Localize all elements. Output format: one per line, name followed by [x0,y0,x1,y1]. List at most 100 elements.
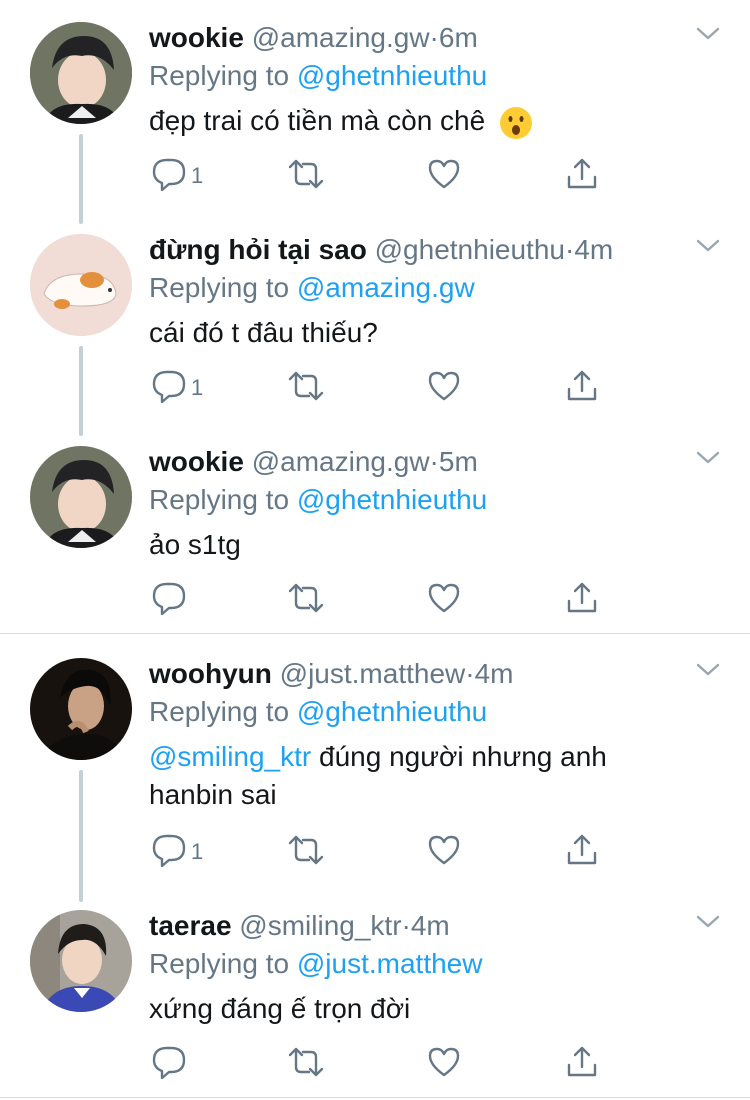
heart-icon [427,834,461,871]
tweet-header: woohyun @just.matthew·4m [149,658,514,690]
user-handle[interactable]: @amazing.gw [252,446,430,477]
tweet[interactable]: wookie @amazing.gw·5m Replying to @ghetn… [0,424,750,634]
thread-separator [0,633,750,634]
retweet-button[interactable] [287,834,325,870]
display-name[interactable]: wookie [149,446,244,477]
tweet[interactable]: đừng hỏi tại sao @ghetnhieuthu·4m Replyi… [0,212,750,424]
like-button[interactable] [427,370,461,406]
avatar[interactable] [30,234,132,336]
mention-link[interactable]: @smiling_ktr [149,741,311,772]
reply-count: 1 [191,839,204,864]
share-icon [565,369,599,408]
retweet-button[interactable] [287,158,325,194]
reply-button[interactable]: 1 [151,158,203,194]
hushed-face-emoji [499,106,533,140]
timestamp[interactable]: 5m [439,446,478,477]
like-button[interactable] [427,834,461,870]
display-name[interactable]: woohyun [149,658,272,689]
display-name[interactable]: wookie [149,22,244,53]
user-handle[interactable]: @smiling_ktr [239,910,401,941]
avatar[interactable] [30,446,132,548]
replying-to: Replying to @ghetnhieuthu [149,484,487,516]
avatar[interactable] [30,22,132,124]
chevron-down-icon[interactable] [695,448,721,468]
tweet-text-content: đẹp trai có tiền mà còn chê [149,105,486,136]
reply-icon [151,1045,187,1084]
timestamp[interactable]: 6m [439,22,478,53]
tweet-text: cái đó t đâu thiếu? [149,314,709,352]
reply-button[interactable]: 1 [151,834,203,870]
dot-separator: · [401,910,411,941]
share-button[interactable] [565,370,599,406]
reply-icon [151,833,187,872]
heart-icon [427,582,461,619]
tweet[interactable]: wookie @amazing.gw·6m Replying to @ghetn… [0,0,750,212]
retweet-button[interactable] [287,370,325,406]
tweet-actions [149,582,609,618]
tweet[interactable]: woohyun @just.matthew·4m Replying to @gh… [0,636,750,888]
user-handle[interactable]: @just.matthew [280,658,466,689]
dot-separator: · [429,22,439,53]
dot-separator: · [429,446,439,477]
like-button[interactable] [427,582,461,618]
tweet-header: đừng hỏi tại sao @ghetnhieuthu·4m [149,234,613,266]
replying-to-link[interactable]: @just.matthew [297,948,483,979]
user-handle[interactable]: @ghetnhieuthu [375,234,565,265]
timestamp[interactable]: 4m [475,658,514,689]
heart-icon [427,370,461,407]
retweet-icon [287,1045,325,1084]
tweet-actions: 1 [149,370,609,406]
retweet-icon [287,833,325,872]
tweet-text: @smiling_ktr đúng người nhưng anh hanbin… [149,738,669,814]
timestamp[interactable]: 4m [574,234,613,265]
display-name[interactable]: taerae [149,910,232,941]
tweet-header: taerae @smiling_ktr·4m [149,910,450,942]
heart-icon [427,1046,461,1083]
share-icon [565,157,599,196]
chevron-down-icon[interactable] [695,660,721,680]
replying-to: Replying to @ghetnhieuthu [149,60,487,92]
timestamp[interactable]: 4m [411,910,450,941]
tweet[interactable]: taerae @smiling_ktr·4m Replying to @just… [0,888,750,1098]
chevron-down-icon[interactable] [695,236,721,256]
replying-to-link[interactable]: @ghetnhieuthu [297,60,487,91]
display-name[interactable]: đừng hỏi tại sao [149,234,367,265]
replying-to-link[interactable]: @ghetnhieuthu [297,696,487,727]
retweet-button[interactable] [287,582,325,618]
reply-button[interactable] [151,582,191,618]
like-button[interactable] [427,158,461,194]
tweet-text: đẹp trai có tiền mà còn chê [149,102,709,140]
reply-button[interactable] [151,1046,191,1082]
like-button[interactable] [427,1046,461,1082]
share-button[interactable] [565,582,599,618]
tweet-actions: 1 [149,834,609,870]
tweet-text: xứng đáng ế trọn đời [149,990,709,1028]
share-button[interactable] [565,158,599,194]
reply-count: 1 [191,375,204,400]
reply-icon [151,581,187,620]
dot-separator: · [465,658,475,689]
replying-to-label: Replying to [149,272,290,303]
retweet-icon [287,581,325,620]
share-icon [565,833,599,872]
tweet-text-content: ảo s1tg [149,529,241,560]
replying-to-label: Replying to [149,696,290,727]
avatar[interactable] [30,658,132,760]
tweet-actions [149,1046,609,1082]
tweet-header: wookie @amazing.gw·6m [149,22,478,54]
share-button[interactable] [565,1046,599,1082]
user-handle[interactable]: @amazing.gw [252,22,430,53]
chevron-down-icon[interactable] [695,912,721,932]
replying-to: Replying to @amazing.gw [149,272,475,304]
replying-to-link[interactable]: @amazing.gw [297,272,475,303]
chevron-down-icon[interactable] [695,24,721,44]
bottom-separator [0,1097,750,1098]
replying-to-link[interactable]: @ghetnhieuthu [297,484,487,515]
retweet-button[interactable] [287,1046,325,1082]
dot-separator: · [564,234,575,265]
share-button[interactable] [565,834,599,870]
reply-button[interactable]: 1 [151,370,203,406]
reply-count: 1 [191,163,204,188]
tweet-text-content: xứng đáng ế trọn đời [149,993,411,1024]
avatar[interactable] [30,910,132,1012]
